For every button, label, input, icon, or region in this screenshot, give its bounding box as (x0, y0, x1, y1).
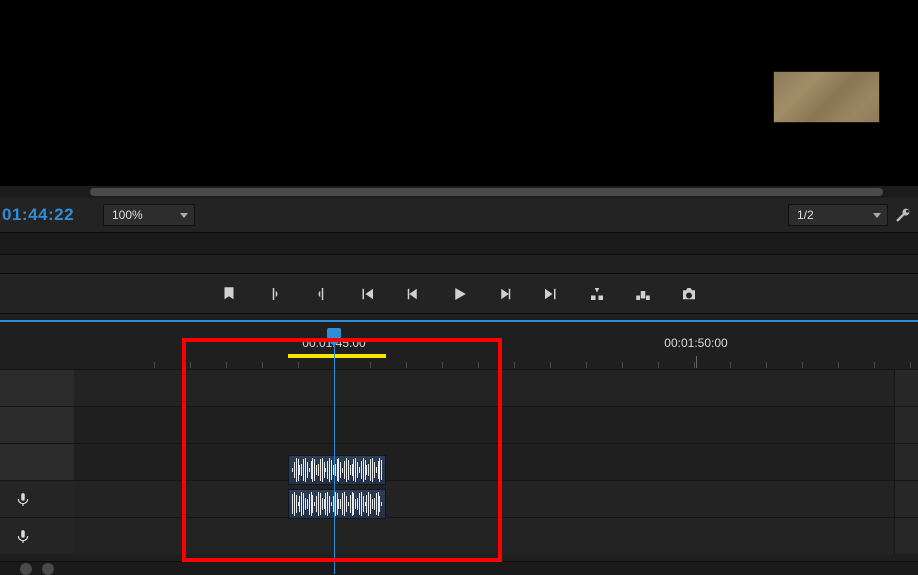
mark-out-button[interactable] (310, 283, 332, 305)
program-monitor (0, 0, 918, 180)
clip-thumbnail (773, 71, 880, 123)
ruler-label: 00:01:50:00 (664, 336, 727, 350)
track-lane-right-edge (894, 444, 918, 480)
chevron-down-icon (873, 213, 881, 218)
in-out-range[interactable] (288, 354, 386, 358)
track-lane-right-edge (894, 370, 918, 406)
export-frame-button[interactable] (678, 283, 700, 305)
current-timecode[interactable]: 01:44:22 (0, 205, 95, 225)
track-lane-vo2[interactable] (74, 517, 918, 554)
playhead[interactable] (334, 334, 335, 574)
audio-clip[interactable] (288, 455, 386, 485)
timeline-zoom-scroll[interactable] (0, 561, 918, 575)
play-button[interactable] (448, 283, 470, 305)
track-header-voiceover-1[interactable] (0, 480, 74, 517)
track-header-v1[interactable] (0, 369, 74, 406)
track-header-voiceover-2[interactable] (0, 517, 74, 554)
goto-in-button[interactable] (356, 283, 378, 305)
track-lane-right-edge (894, 518, 918, 554)
playback-resolution-select[interactable]: 1/2 (788, 204, 888, 226)
track-lane-a2[interactable] (74, 443, 918, 480)
microphone-icon (16, 492, 30, 506)
track-header-a1[interactable] (0, 406, 74, 443)
zoom-level-select[interactable]: 100% (103, 204, 195, 226)
timeline-ruler[interactable]: 00:01:45:0000:01:50:00 (74, 332, 918, 372)
step-back-button[interactable] (402, 283, 424, 305)
track-lane-v1[interactable] (74, 369, 918, 406)
zoom-scroll-handle-right[interactable] (42, 563, 54, 575)
goto-out-button[interactable] (540, 283, 562, 305)
timeline-top-border (0, 314, 918, 322)
preview-scroll-thumb[interactable] (90, 188, 883, 196)
panel-separator (0, 254, 918, 274)
monitor-info-bar: 01:44:22 100% 1/2 (0, 198, 918, 232)
transport-controls (0, 274, 918, 314)
microphone-icon (16, 529, 30, 543)
zoom-level-value: 100% (112, 208, 143, 222)
track-lane-right-edge (894, 481, 918, 517)
add-marker-button[interactable] (218, 283, 240, 305)
mark-in-button[interactable] (264, 283, 286, 305)
track-lane-vo1[interactable] (74, 480, 918, 517)
step-forward-button[interactable] (494, 283, 516, 305)
preview-scrollbar[interactable] (0, 186, 918, 198)
lift-button[interactable] (586, 283, 608, 305)
track-headers (0, 369, 74, 554)
track-lane-right-edge (894, 407, 918, 443)
chevron-down-icon (180, 213, 188, 218)
audio-clip[interactable] (288, 489, 386, 519)
timeline-panel: 00:01:45:0000:01:50:00 (0, 314, 918, 575)
track-lane-a1[interactable] (74, 406, 918, 443)
extract-button[interactable] (632, 283, 654, 305)
track-header-a2[interactable] (0, 443, 74, 480)
monitor-ruler[interactable] (0, 232, 918, 254)
playhead-handle[interactable] (327, 328, 341, 340)
playback-resolution-value: 1/2 (797, 208, 814, 222)
track-lanes[interactable] (74, 369, 918, 554)
settings-wrench-icon[interactable] (892, 204, 914, 226)
zoom-scroll-handle-left[interactable] (20, 563, 32, 575)
